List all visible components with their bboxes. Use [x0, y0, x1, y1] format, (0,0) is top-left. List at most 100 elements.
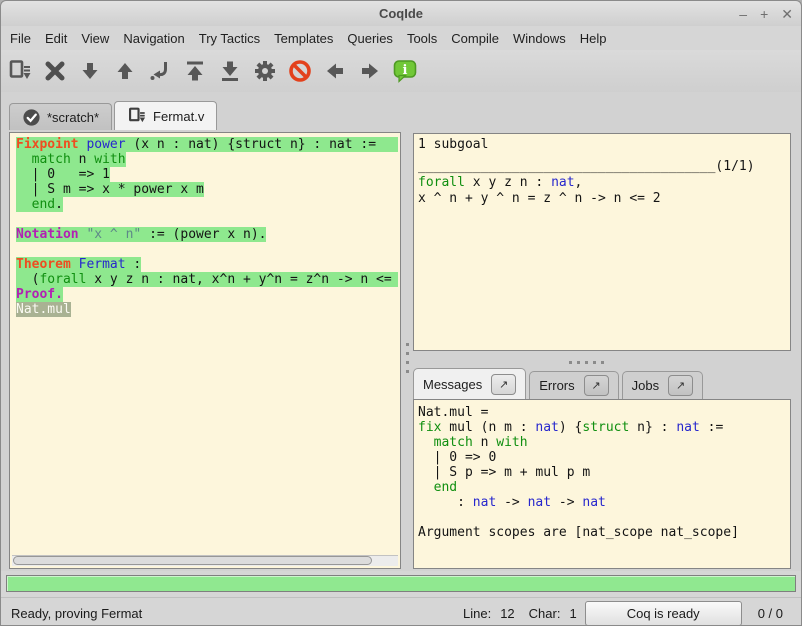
save-icon	[7, 58, 33, 84]
minimize-button[interactable]: –	[739, 7, 747, 21]
close-button[interactable]: ✕	[781, 7, 793, 21]
step-back-button[interactable]	[112, 58, 138, 84]
preferences-button[interactable]	[252, 58, 278, 84]
window-controls: – + ✕	[739, 1, 793, 26]
menu-item-try-tactics[interactable]: Try Tactics	[192, 28, 267, 49]
gear-icon	[252, 58, 278, 84]
menu-item-file[interactable]: File	[3, 28, 38, 49]
tab-fermat-label: Fermat.v	[153, 109, 204, 124]
code-line: 1 subgoal	[418, 137, 786, 153]
document-tabbar: *scratch* Fermat.v	[1, 92, 801, 130]
step-back-icon	[112, 58, 138, 84]
restart-button[interactable]	[182, 58, 208, 84]
menubar: FileEditViewNavigationTry TacticsTemplat…	[1, 26, 801, 50]
code-line: Argument scopes are [nat_scope nat_scope…	[418, 525, 786, 540]
code-line: | S p => m + mul p m	[418, 465, 786, 480]
message-tabbar: Messages ↗ Errors ↗ Jobs ↗	[413, 368, 703, 399]
menu-item-windows[interactable]: Windows	[506, 28, 573, 49]
forward-button[interactable]	[357, 58, 383, 84]
code-line: Nat.mul	[16, 302, 398, 317]
code-line: match n with	[16, 152, 398, 167]
tab-messages[interactable]: Messages ↗	[413, 368, 526, 399]
code-line: | S m => x * power x m	[16, 182, 398, 197]
code-line: Proof.	[16, 287, 398, 302]
code-line: forall x y z n : nat,	[418, 175, 786, 191]
window-title: CoqIde	[379, 6, 423, 21]
detach-icon: ↗	[499, 378, 508, 391]
close-buffer-button[interactable]	[42, 58, 68, 84]
menu-item-view[interactable]: View	[74, 28, 116, 49]
go-to-cursor-button[interactable]	[147, 58, 173, 84]
go-to-cursor-icon	[147, 58, 173, 84]
tab-scratch-label: *scratch*	[47, 110, 99, 125]
progress-bar	[6, 575, 796, 592]
code-line: Theorem Fermat :	[16, 257, 398, 272]
about-icon: i	[392, 58, 418, 84]
detach-jobs-button[interactable]: ↗	[668, 375, 693, 396]
horizontal-splitter-handle[interactable]	[569, 361, 604, 364]
menu-item-templates[interactable]: Templates	[267, 28, 340, 49]
detach-errors-button[interactable]: ↗	[584, 375, 609, 396]
tab-scratch[interactable]: *scratch*	[9, 103, 112, 130]
menu-item-navigation[interactable]: Navigation	[116, 28, 191, 49]
menu-item-queries[interactable]: Queries	[340, 28, 400, 49]
script-editor-pane[interactable]: Fixpoint power (x n : nat) {struct n} : …	[9, 132, 401, 569]
detach-icon: ↗	[676, 379, 685, 392]
back-icon	[322, 58, 348, 84]
detach-messages-button[interactable]: ↗	[491, 374, 516, 395]
code-line: end.	[16, 197, 398, 212]
editor-code[interactable]: Fixpoint power (x n : nat) {struct n} : …	[12, 135, 398, 554]
char-value: 1	[569, 606, 576, 621]
main-area: Fixpoint power (x n : nat) {struct n} : …	[1, 130, 801, 571]
interrupt-icon	[287, 58, 313, 84]
forward-icon	[357, 58, 383, 84]
about-button[interactable]: i	[392, 58, 418, 84]
close-icon	[42, 58, 68, 84]
tab-jobs[interactable]: Jobs ↗	[622, 371, 703, 399]
code-line: x ^ n + y ^ n = z ^ n -> n <= 2	[418, 191, 786, 207]
restart-icon	[182, 58, 208, 84]
coq-status-button[interactable]: Coq is ready	[585, 601, 742, 626]
line-value: 12	[500, 606, 514, 621]
tab-errors[interactable]: Errors ↗	[529, 371, 618, 399]
step-forward-button[interactable]	[77, 58, 103, 84]
code-line: (forall x y z n : nat, x^n + y^n = z^n -…	[16, 272, 398, 287]
save-button[interactable]	[7, 58, 33, 84]
go-to-end-icon	[217, 58, 243, 84]
editor-h-scrollbar-thumb[interactable]	[13, 556, 372, 565]
goals-pane[interactable]: 1 subgoal _______________________________…	[413, 133, 791, 351]
code-line	[16, 242, 398, 257]
code-line: Nat.mul =	[418, 405, 786, 420]
tab-jobs-label: Jobs	[632, 378, 659, 393]
code-line: : nat -> nat -> nat	[418, 495, 786, 510]
code-line: match n with	[418, 435, 786, 450]
go-to-end-button[interactable]	[217, 58, 243, 84]
status-bar: Ready, proving Fermat Line: 12 Char: 1 C…	[1, 597, 801, 626]
menu-item-help[interactable]: Help	[573, 28, 614, 49]
vertical-splitter-handle[interactable]	[404, 343, 410, 373]
code-line	[16, 212, 398, 227]
check-circle-icon	[22, 108, 41, 127]
tab-errors-label: Errors	[539, 378, 574, 393]
code-line: | 0 => 0	[418, 450, 786, 465]
detach-icon: ↗	[592, 379, 601, 392]
save-icon	[127, 106, 147, 126]
code-line: ______________________________________(1…	[418, 159, 786, 175]
menu-item-tools[interactable]: Tools	[400, 28, 444, 49]
menu-item-edit[interactable]: Edit	[38, 28, 74, 49]
tab-fermat[interactable]: Fermat.v	[114, 101, 217, 130]
interrupt-button[interactable]	[287, 58, 313, 84]
menu-item-compile[interactable]: Compile	[444, 28, 506, 49]
maximize-button[interactable]: +	[760, 7, 768, 21]
status-text: Ready, proving Fermat	[11, 606, 142, 621]
messages-pane[interactable]: Nat.mul =fix mul (n m : nat) {struct n} …	[413, 399, 791, 569]
code-line	[418, 510, 786, 525]
back-button[interactable]	[322, 58, 348, 84]
workers-counter: 0 / 0	[758, 606, 783, 621]
toolbar: i	[1, 50, 801, 92]
line-label: Line:	[463, 606, 491, 621]
code-line: fix mul (n m : nat) {struct n} : nat :=	[418, 420, 786, 435]
coq-status-label: Coq is ready	[627, 606, 700, 621]
svg-text:i: i	[403, 63, 408, 78]
title-bar[interactable]: CoqIde – + ✕	[1, 1, 801, 26]
